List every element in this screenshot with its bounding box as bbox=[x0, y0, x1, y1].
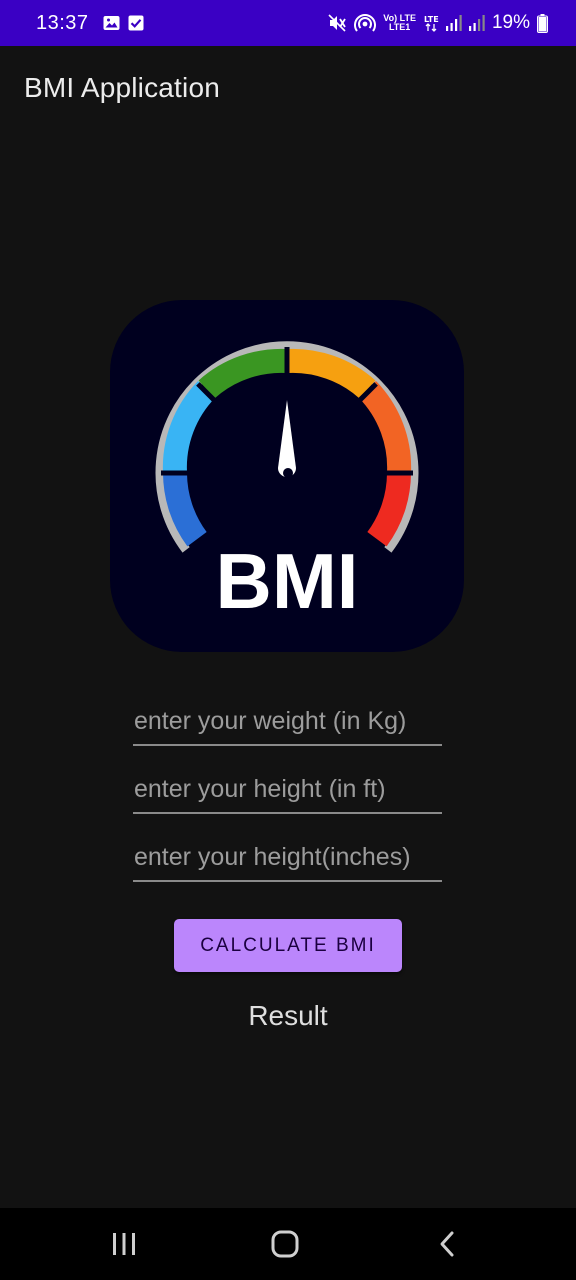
signal-icon bbox=[468, 15, 485, 31]
app-bar: BMI Application bbox=[0, 46, 576, 134]
status-right: Vo) LTE LTE1 LTE 19% bbox=[328, 12, 548, 34]
battery-icon bbox=[537, 13, 548, 33]
volte-icon: Vo) LTE LTE1 bbox=[383, 14, 416, 32]
battery-percent: 19% bbox=[491, 12, 530, 33]
back-icon[interactable] bbox=[427, 1226, 467, 1262]
weight-input[interactable] bbox=[133, 702, 442, 746]
home-icon[interactable] bbox=[265, 1226, 305, 1262]
calculate-bmi-button[interactable]: CALCULATE BMI bbox=[174, 919, 402, 972]
mute-icon bbox=[328, 14, 347, 32]
bmi-logo: BMI bbox=[110, 300, 464, 652]
height-inches-input[interactable] bbox=[133, 838, 442, 882]
lte-icon: LTE bbox=[423, 14, 439, 32]
hotspot-icon bbox=[354, 13, 377, 33]
network-label-bottom: LTE1 bbox=[388, 22, 411, 32]
check-square-icon bbox=[128, 15, 144, 31]
status-bar: 13:37 Vo) LTE LTE1 LTE 19% bbox=[0, 0, 576, 46]
svg-text:LTE: LTE bbox=[424, 15, 439, 24]
status-left-icons bbox=[103, 15, 144, 31]
gauge-needle bbox=[278, 400, 296, 477]
gauge-segment-dark-blue bbox=[163, 472, 207, 547]
navigation-bar bbox=[0, 1208, 576, 1280]
logo-text: BMI bbox=[216, 537, 359, 625]
app-title: BMI Application bbox=[24, 72, 220, 103]
status-time: 13:37 bbox=[36, 11, 89, 34]
recent-apps-icon[interactable] bbox=[104, 1226, 144, 1262]
height-ft-input[interactable] bbox=[133, 770, 442, 814]
signal-icon bbox=[445, 15, 462, 31]
gauge-segment-red bbox=[367, 472, 411, 547]
image-icon bbox=[103, 15, 120, 31]
result-text: Result bbox=[248, 1000, 328, 1031]
